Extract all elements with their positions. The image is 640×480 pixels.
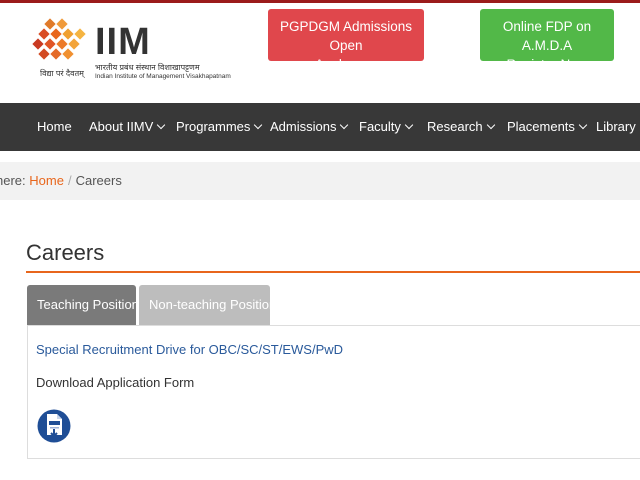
breadcrumb-prefix: here: (0, 173, 26, 188)
fdp-button-line1: Online FDP on A.M.D.A (502, 19, 592, 53)
logo-title: IIM (95, 21, 151, 63)
title-divider (26, 271, 640, 273)
nav-item-library[interactable]: Library (596, 103, 636, 151)
fdp-button-line2: Register Now (506, 57, 588, 72)
top-border (0, 0, 640, 3)
iim-logo-icon (32, 18, 86, 60)
breadcrumb-trail: here: Home/Careers (0, 162, 122, 200)
nav-item-about[interactable]: About IIMV (89, 103, 166, 151)
nav-label: Faculty (359, 119, 401, 134)
pgpdgm-apply-button[interactable]: PGPDGM Admissions Open Apply now (268, 9, 424, 72)
chevron-down-icon (157, 120, 166, 130)
nav-item-programmes[interactable]: Programmes (176, 103, 263, 151)
nav-label: Admissions (270, 119, 337, 134)
tab-teaching-positions[interactable]: Teaching Positions (27, 285, 145, 325)
logo-english-name: Indian Institute of Management Visakhapa… (95, 73, 231, 80)
chevron-down-icon (404, 120, 414, 130)
chevron-down-icon (340, 120, 349, 130)
nav-label: Research (427, 119, 483, 134)
tab-non-teaching-positions[interactable]: Non-teaching Positions (139, 285, 283, 325)
download-label: Download Application Form (36, 375, 195, 390)
recruitment-drive-link[interactable]: Special Recruitment Drive for OBC/SC/ST/… (36, 342, 343, 357)
tab-label: Teaching Positions (37, 297, 146, 312)
nav-label: Placements (507, 119, 575, 134)
breadcrumb-separator: / (67, 173, 72, 188)
nav-item-placements[interactable]: Placements (507, 103, 588, 151)
page-title: Careers (26, 240, 105, 265)
tab-label: Non-teaching Positions (149, 297, 283, 312)
chevron-down-icon (578, 120, 588, 130)
main-nav: Home About IIMV Programmes Admissions Fa… (0, 103, 640, 151)
nav-label: Programmes (176, 119, 251, 134)
breadcrumb-current: Careers (75, 173, 122, 188)
pdf-download-icon[interactable] (37, 405, 71, 447)
nav-label: About IIMV (89, 119, 154, 134)
pgpdgm-button-line2: Apply now (314, 57, 378, 72)
nav-label: Library (596, 119, 636, 134)
breadcrumb: here: Home/Careers (0, 162, 640, 200)
chevron-down-icon (486, 120, 495, 130)
fdp-register-button[interactable]: Online FDP on A.M.D.A Register Now (480, 9, 614, 72)
nav-item-admissions[interactable]: Admissions (270, 103, 349, 151)
logo-hindi-name: भारतीय प्रबंध संस्थान विशाखापट्टणम (95, 63, 200, 72)
nav-item-faculty[interactable]: Faculty (359, 103, 414, 151)
chevron-down-icon (254, 120, 263, 130)
nav-label: Home (37, 119, 72, 134)
pgpdgm-button-line1: PGPDGM Admissions Open (279, 19, 413, 53)
site-logo[interactable]: IIM भारतीय प्रबंध संस्थान विशाखापट्टणम I… (32, 18, 232, 88)
logo-motto: विद्या परं दैवतम् (40, 69, 84, 78)
nav-item-home[interactable]: Home (37, 103, 72, 151)
nav-item-research[interactable]: Research (427, 103, 495, 151)
breadcrumb-home-link[interactable]: Home (29, 173, 64, 188)
